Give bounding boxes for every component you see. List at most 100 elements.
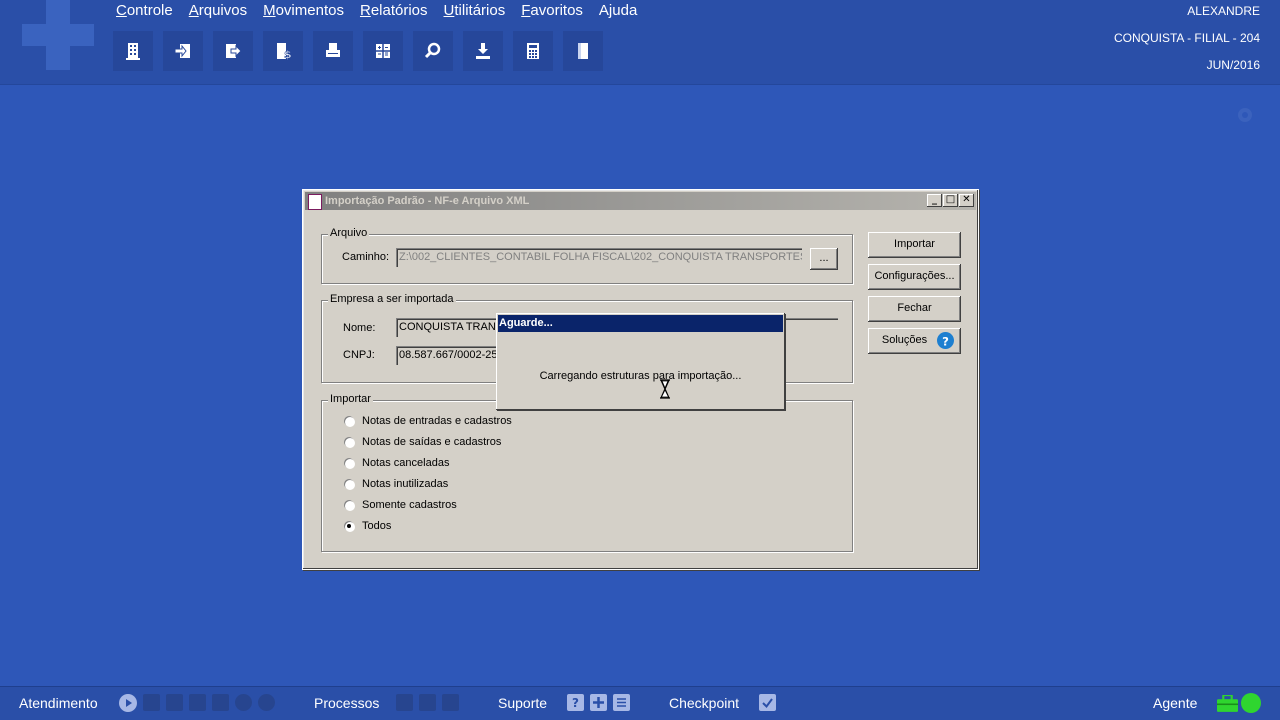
- search-button[interactable]: [413, 31, 453, 71]
- atendimento-slot-icon: [166, 694, 183, 711]
- export-button[interactable]: [213, 31, 253, 71]
- radio-notas-inutilizadas[interactable]: Notas inutilizadas: [344, 478, 448, 490]
- import-icon: [174, 44, 190, 58]
- cnpj-label: CNPJ:: [343, 349, 375, 361]
- atendimento-slot-icon: [212, 694, 229, 711]
- configuracoes-button[interactable]: Configurações...: [868, 264, 961, 290]
- checkbox-icon[interactable]: [759, 694, 776, 711]
- money-button[interactable]: $: [263, 31, 303, 71]
- download-icon: [476, 43, 490, 59]
- nome-label: Nome:: [343, 322, 376, 334]
- calculator-button[interactable]: [513, 31, 553, 71]
- menu-utilitarios[interactable]: Utilitários: [438, 0, 516, 22]
- calculator-grid-button[interactable]: [363, 31, 403, 71]
- company-name: CONQUISTA - FILIAL - 204: [1113, 31, 1260, 45]
- importar-group-label: Importar: [328, 393, 373, 405]
- play-icon[interactable]: [119, 694, 137, 712]
- radio-notas-canceladas[interactable]: Notas canceladas: [344, 457, 449, 469]
- processos-slot-icon: [396, 694, 413, 711]
- dialog-title: Importação Padrão - NF-e Arquivo XML: [325, 195, 530, 207]
- arquivo-group: Arquivo Caminho: Z:\002_CLIENTES_CONTABI…: [321, 227, 853, 284]
- radio-notas-entradas[interactable]: Notas de entradas e cadastros: [344, 415, 512, 427]
- svg-text:?: ?: [572, 696, 579, 710]
- printer-icon: [326, 43, 340, 57]
- help-question-icon[interactable]: ?: [567, 694, 584, 711]
- radio-button[interactable]: [344, 437, 354, 447]
- close-button[interactable]: ✕: [959, 194, 974, 207]
- document-icon: [308, 194, 322, 210]
- atendimento-label[interactable]: Atendimento: [19, 693, 98, 713]
- svg-text:?: ?: [942, 334, 949, 348]
- atendimento-slot-icon: [258, 694, 275, 711]
- minimize-button[interactable]: _: [927, 194, 942, 207]
- menu-favoritos[interactable]: Favoritos: [515, 0, 593, 22]
- menu-arquivos[interactable]: Arquivos: [183, 0, 257, 22]
- menu-bar: Controle Arquivos Movimentos Relatórios …: [110, 0, 647, 22]
- book-icon: [578, 43, 588, 59]
- atendimento-slot-icon: [235, 694, 252, 711]
- user-info: ALEXANDRE CONQUISTA - FILIAL - 204 JUN/2…: [1114, 0, 1260, 81]
- building-button[interactable]: [113, 31, 153, 71]
- atendimento-slot-icon: [143, 694, 160, 711]
- building-icon: [126, 43, 140, 60]
- solucoes-label: Soluções: [881, 334, 928, 346]
- importar-group: Importar Notas de entradas e cadastros N…: [321, 393, 853, 552]
- fechar-button[interactable]: Fechar: [868, 296, 961, 322]
- cnpj-field[interactable]: 08.587.667/0002-25: [396, 346, 500, 365]
- settings-gear-icon[interactable]: [1236, 106, 1254, 124]
- radio-button-checked[interactable]: [344, 521, 354, 531]
- list-icon[interactable]: [613, 694, 630, 711]
- radio-button[interactable]: [344, 416, 354, 426]
- briefcase-icon[interactable]: [1217, 695, 1238, 712]
- help-icon: ?: [937, 332, 954, 349]
- suporte-label[interactable]: Suporte: [498, 693, 547, 713]
- agente-label[interactable]: Agente: [1153, 693, 1197, 713]
- hourglass-cursor-icon: [660, 379, 670, 399]
- processos-label[interactable]: Processos: [314, 693, 379, 713]
- radio-somente-cadastros[interactable]: Somente cadastros: [344, 499, 457, 511]
- wait-popup-message: Carregando estruturas para importação...: [539, 370, 742, 382]
- radio-button[interactable]: [344, 500, 354, 510]
- user-name: ALEXANDRE: [1187, 4, 1260, 18]
- printer-button[interactable]: [313, 31, 353, 71]
- export-icon: [226, 44, 242, 58]
- wait-popup: Aguarde... Carregando estruturas para im…: [496, 313, 785, 410]
- calculator-grid-icon: [376, 44, 390, 58]
- menu-controle[interactable]: Controle: [110, 0, 183, 22]
- menu-ajuda[interactable]: Ajuda: [593, 0, 647, 22]
- book-button[interactable]: [563, 31, 603, 71]
- wait-popup-title: Aguarde...: [498, 315, 783, 332]
- import-button[interactable]: [163, 31, 203, 71]
- download-button[interactable]: [463, 31, 503, 71]
- menu-movimentos[interactable]: Movimentos: [257, 0, 354, 22]
- add-icon[interactable]: [590, 694, 607, 711]
- money-icon: $: [277, 43, 292, 61]
- processos-slot-icon: [419, 694, 436, 711]
- solucoes-button[interactable]: Soluções ?: [868, 328, 961, 354]
- checkpoint-label[interactable]: Checkpoint: [669, 693, 739, 713]
- empresa-group-label: Empresa a ser importada: [328, 293, 456, 305]
- importar-button[interactable]: Importar: [868, 232, 961, 258]
- bottom-bar: Atendimento Processos Suporte ? Checkpoi…: [0, 686, 1280, 720]
- maximize-button[interactable]: □: [943, 194, 958, 207]
- arquivo-group-label: Arquivo: [328, 227, 370, 239]
- radio-notas-saidas[interactable]: Notas de saídas e cadastros: [344, 436, 501, 448]
- svg-text:$: $: [284, 48, 292, 61]
- caminho-label: Caminho:: [342, 251, 390, 263]
- dialog-titlebar[interactable]: Importação Padrão - NF-e Arquivo XML _ □…: [305, 192, 976, 210]
- radio-todos[interactable]: Todos: [344, 520, 391, 532]
- radio-button[interactable]: [344, 458, 354, 468]
- caminho-field[interactable]: Z:\002_CLIENTES_CONTABIL FOLHA FISCAL\20…: [396, 248, 802, 267]
- top-bar: Controle Arquivos Movimentos Relatórios …: [0, 0, 1280, 85]
- app-logo-icon: [22, 0, 94, 70]
- browse-button[interactable]: ...: [810, 248, 838, 270]
- processos-slot-icon: [442, 694, 459, 711]
- radio-button[interactable]: [344, 479, 354, 489]
- calculator-icon: [527, 43, 539, 59]
- search-icon: [424, 42, 441, 59]
- status-online-icon: [1241, 693, 1261, 713]
- period: JUN/2016: [1206, 58, 1260, 72]
- toolbar: $: [113, 31, 603, 71]
- menu-relatorios[interactable]: Relatórios: [354, 0, 438, 22]
- atendimento-slot-icon: [189, 694, 206, 711]
